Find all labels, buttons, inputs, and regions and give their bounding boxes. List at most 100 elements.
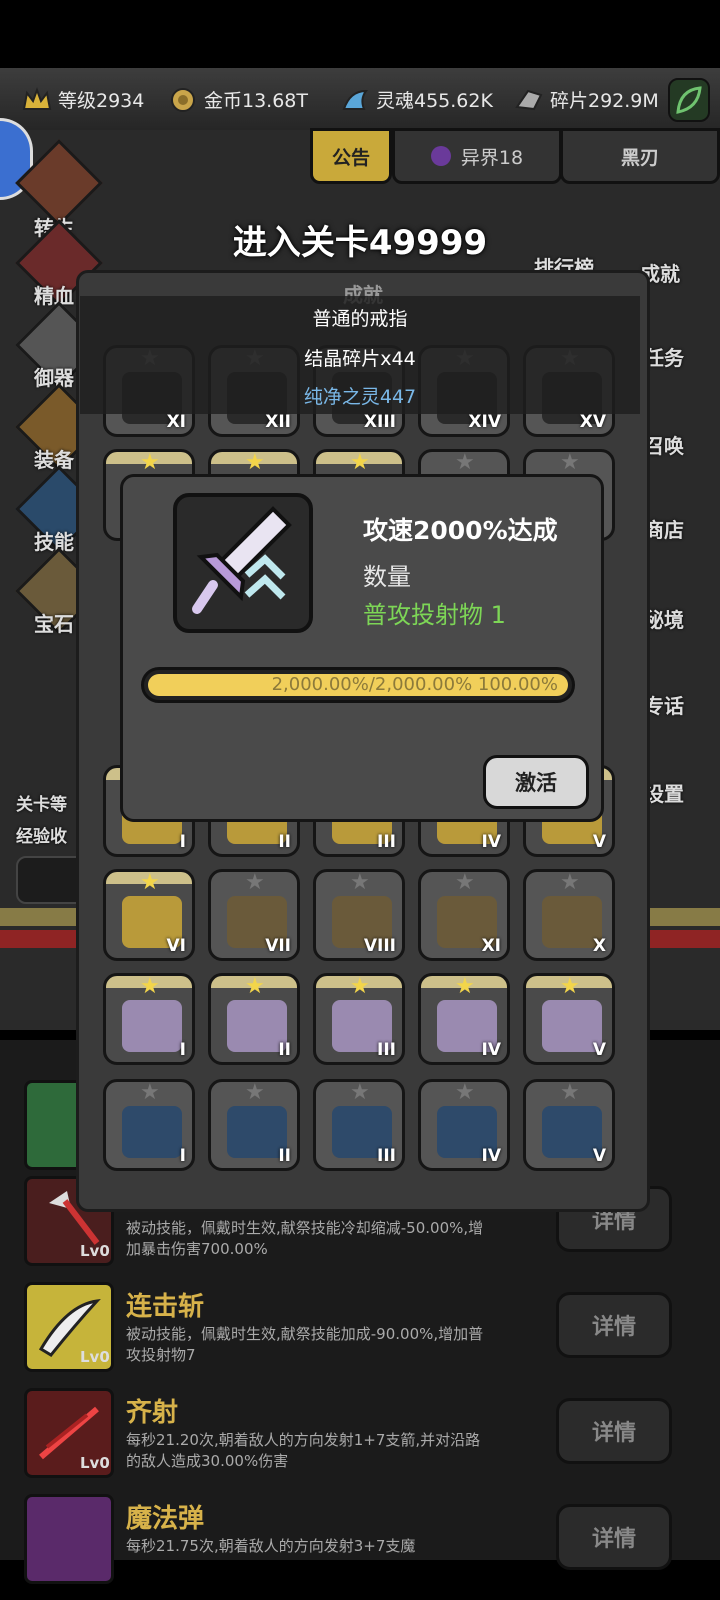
list-item: 魔法弹 每秒21.75次,朝着敌人的方向发射3+7支魔 详情 [0, 1494, 720, 1600]
flame-icon [122, 1106, 182, 1158]
progress-bar: 2,000.00%/2,000.00% 100.00% [141, 667, 575, 703]
side-shop[interactable]: 商店 [644, 514, 684, 543]
sword-icon [122, 1000, 182, 1052]
achievement-cell[interactable]: ★ VII [208, 869, 300, 961]
dialog-reward: 普攻投射物 1 [363, 601, 506, 629]
star-icon: ★ [560, 1080, 580, 1105]
cell-numeral: V [592, 1040, 606, 1060]
cell-numeral: II [278, 1040, 291, 1060]
achievement-cell[interactable]: ★ X [523, 869, 615, 961]
soul-icon [340, 87, 370, 113]
cell-numeral: VIII [363, 936, 396, 956]
tab-blade[interactable]: 黑刃 [560, 128, 720, 184]
reward-line1: 结晶碎片x44 [304, 348, 416, 370]
level-resource: 等级2934 [22, 86, 144, 113]
achievement-cell[interactable]: ★ XI [418, 869, 510, 961]
side-talk[interactable]: 专话 [644, 690, 684, 719]
achievement-cell[interactable]: ★ IV [418, 1079, 510, 1171]
stage-info-label: 关卡等 [16, 795, 67, 815]
star-icon: ★ [350, 974, 370, 999]
cell-numeral: IV [481, 1040, 501, 1060]
top-tabs: 公告 异界18 黑刃 [160, 128, 720, 184]
skill-name: 魔法弹 [126, 1504, 205, 1534]
detail-button[interactable]: 详情 [556, 1504, 672, 1570]
cell-numeral: VI [166, 936, 186, 956]
star-icon: ★ [350, 1080, 370, 1105]
side-secret[interactable]: 秘境 [644, 604, 684, 633]
list-item: Lv0 齐射 每秒21.20次,朝着敌人的方向发射1+7支箭,并对沿路的敌人造成… [0, 1388, 720, 1494]
reward-line2: 纯净之灵447 [303, 386, 417, 408]
star-icon: ★ [140, 1080, 160, 1105]
achievement-cell[interactable]: ★ V [523, 973, 615, 1065]
skill-level: Lv0 [80, 1454, 110, 1472]
portal-icon [430, 146, 451, 166]
crown-icon [22, 86, 52, 113]
achievement-cell[interactable]: ★ II [208, 973, 300, 1065]
dialog-subtitle: 数量 [363, 563, 411, 591]
cell-numeral: III [377, 1146, 396, 1166]
otherworld-label: 异界18 [460, 146, 524, 169]
leaf-menu-button[interactable] [668, 78, 710, 122]
achievement-cell[interactable]: ★ III [313, 973, 405, 1065]
side-gem[interactable]: 宝石 [34, 608, 74, 637]
side-settings[interactable]: 设置 [644, 778, 684, 807]
stage-title: 进入关卡49999 [232, 223, 488, 263]
list-item: Lv0 连击斩 被动技能，佩戴时生效,献祭技能加成-90.00%,增加普攻投射物… [0, 1282, 720, 1388]
side-summon[interactable]: 召唤 [644, 430, 684, 459]
magic-bullet-icon [24, 1494, 114, 1584]
soul-resource: 灵魂455.62K [340, 86, 493, 113]
star-icon: ★ [560, 870, 580, 895]
achievement-cell[interactable]: ★ VIII [313, 869, 405, 961]
star-icon: ★ [455, 1080, 475, 1105]
reward-toast: 普通的戒指 结晶碎片x44 纯净之灵447 [80, 296, 640, 414]
cell-numeral: I [179, 1146, 186, 1166]
leaf-icon [676, 86, 702, 114]
reward-title: 普通的戒指 [312, 308, 408, 330]
achievement-cell[interactable]: ★ III [313, 1079, 405, 1171]
tab-otherworld[interactable]: 异界18 [392, 128, 562, 184]
cell-numeral: V [592, 832, 606, 852]
star-icon: ★ [455, 870, 475, 895]
star-icon: ★ [560, 974, 580, 999]
cell-numeral: IV [481, 1146, 501, 1166]
cell-numeral: XV [579, 412, 606, 432]
cell-numeral: IV [481, 832, 501, 852]
detail-button[interactable]: 详情 [556, 1398, 672, 1464]
achievement-cell[interactable]: ★ I [103, 1079, 195, 1171]
achievement-cell[interactable]: ★ I [103, 973, 195, 1065]
skill-desc: 每秒21.75次,朝着敌人的方向发射3+7支魔 [126, 1537, 416, 1555]
side-task[interactable]: 任务 [644, 342, 684, 371]
cell-numeral: VII [265, 936, 291, 956]
skill-level: Lv0 [80, 1348, 110, 1366]
sword-icon [192, 506, 292, 614]
star-icon: ★ [245, 974, 265, 999]
cell-numeral: I [179, 832, 186, 852]
cell-numeral: V [592, 1146, 606, 1166]
activate-button[interactable]: 激活 [483, 755, 589, 809]
achievement-cell[interactable]: ★ II [208, 1079, 300, 1171]
star-icon: ★ [350, 870, 370, 895]
shard-icon [514, 87, 544, 113]
star-icon: ★ [245, 870, 265, 895]
cell-numeral: II [278, 1146, 291, 1166]
level-label: 等级2934 [58, 90, 145, 112]
tab-notice[interactable]: 公告 [310, 128, 392, 184]
star-icon: ★ [140, 974, 160, 999]
achievement-cell[interactable]: ★ V [523, 1079, 615, 1171]
achievement-cell[interactable]: ★ VI [103, 869, 195, 961]
skill-name: 齐射 [126, 1398, 179, 1428]
dialog-title: 攻速2000%达成 [363, 516, 558, 545]
detail-button[interactable]: 详情 [556, 1292, 672, 1358]
skill-desc: 每秒21.20次,朝着敌人的方向发射1+7支箭,并对沿路的敌人造成30.00%伤… [126, 1431, 481, 1470]
star-icon: ★ [140, 450, 160, 475]
exp-info-label: 经验收 [16, 827, 67, 847]
cell-numeral: XI [481, 936, 501, 956]
shard-resource: 碎片292.9M [514, 86, 659, 113]
achievement-cell[interactable]: ★ IV [418, 973, 510, 1065]
star-icon: ★ [245, 450, 265, 475]
star-icon: ★ [560, 450, 580, 475]
star-icon: ★ [245, 1080, 265, 1105]
coin-icon [168, 87, 198, 113]
cell-numeral: XIV [468, 412, 501, 432]
cell-numeral: XII [265, 412, 291, 432]
